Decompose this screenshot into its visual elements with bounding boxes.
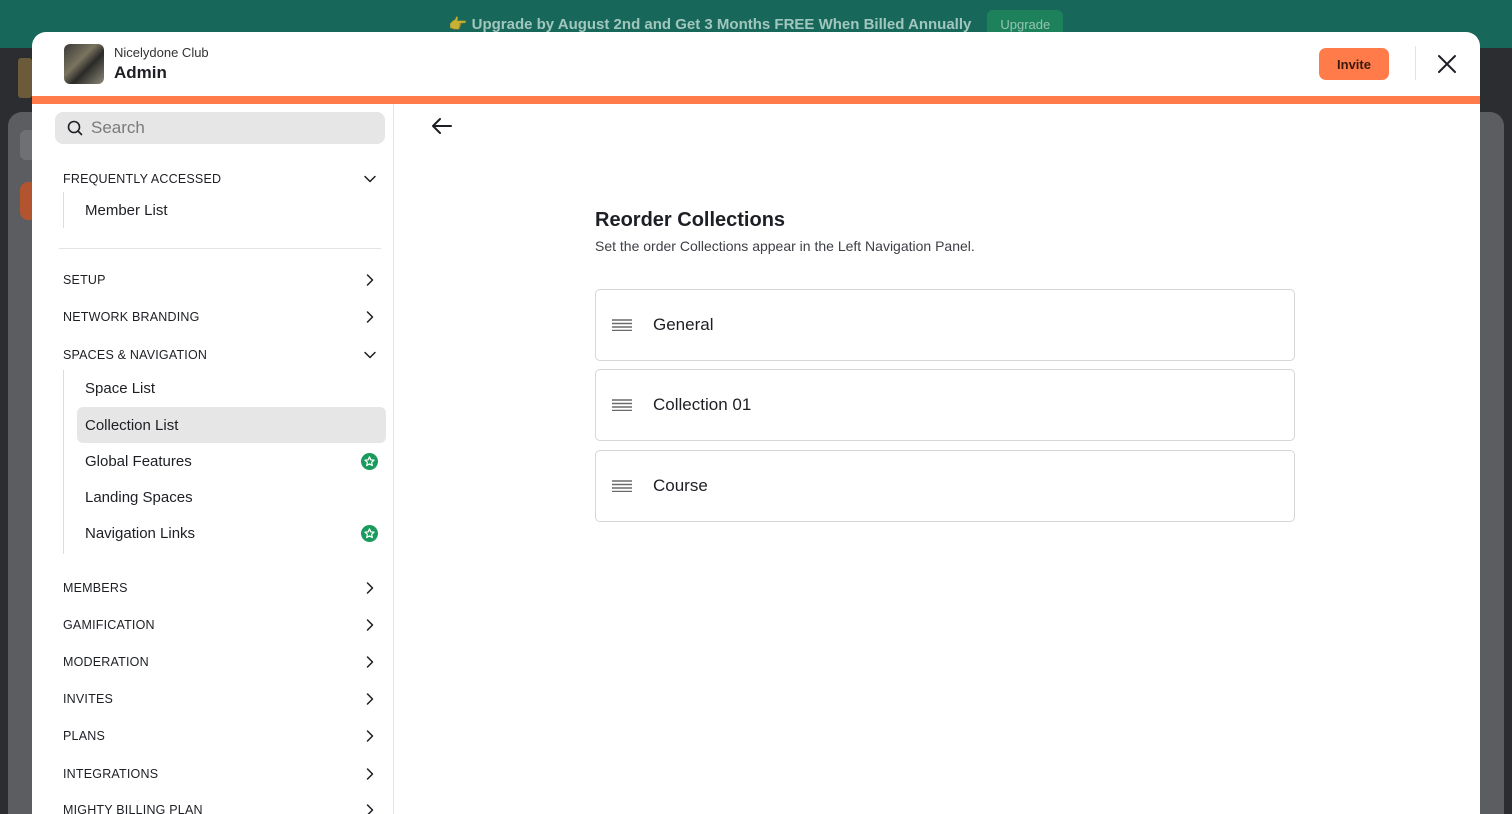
arrow-left-icon xyxy=(432,118,452,134)
sidebar-item-global-features[interactable]: Global Features xyxy=(77,443,386,479)
star-badge-icon xyxy=(361,524,378,542)
search-icon xyxy=(67,120,83,136)
collection-label: General xyxy=(653,315,714,334)
section-label: MODERATION xyxy=(63,655,149,669)
admin-sidebar: FREQUENTLY ACCESSED Member List SETUP NE… xyxy=(32,104,394,814)
collection-label: Course xyxy=(653,476,708,495)
section-network-branding[interactable]: NETWORK BRANDING xyxy=(63,305,377,329)
section-label: GAMIFICATION xyxy=(63,618,155,632)
section-mighty-billing-plan[interactable]: MIGHTY BILLING PLAN xyxy=(63,798,377,814)
page-subtitle: Set the order Collections appear in the … xyxy=(595,238,975,254)
chevron-right-icon xyxy=(366,274,374,286)
chevron-down-icon xyxy=(364,175,376,183)
close-button[interactable] xyxy=(1435,52,1459,76)
chevron-down-icon xyxy=(364,351,376,359)
section-label: MIGHTY BILLING PLAN xyxy=(63,803,203,814)
back-button[interactable] xyxy=(430,114,454,138)
chevron-right-icon xyxy=(366,693,374,705)
chevron-right-icon xyxy=(366,656,374,668)
background-accent xyxy=(20,182,32,220)
chevron-right-icon xyxy=(366,619,374,631)
section-setup[interactable]: SETUP xyxy=(63,268,377,292)
background-avatar xyxy=(18,58,32,98)
collection-row-course[interactable]: Course xyxy=(595,450,1295,522)
section-frequently-accessed[interactable]: FREQUENTLY ACCESSED xyxy=(63,167,377,191)
drag-handle-icon[interactable] xyxy=(612,319,632,331)
section-label: PLANS xyxy=(63,729,105,743)
modal-title: Admin xyxy=(114,63,167,82)
banner-text: 👉 Upgrade by August 2nd and Get 3 Months… xyxy=(448,16,972,33)
collection-row-general[interactable]: General xyxy=(595,289,1295,361)
admin-modal: Nicelydone Club Admin Invite FREQUENTLY … xyxy=(32,32,1480,814)
drag-handle-icon[interactable] xyxy=(612,399,632,411)
page-title: Reorder Collections xyxy=(595,209,786,231)
section-label: FREQUENTLY ACCESSED xyxy=(63,172,222,186)
accent-bar xyxy=(32,96,1480,104)
chevron-right-icon xyxy=(366,582,374,594)
section-integrations[interactable]: INTEGRATIONS xyxy=(63,762,377,786)
section-label: NETWORK BRANDING xyxy=(63,310,200,324)
section-spaces-navigation[interactable]: SPACES & NAVIGATION xyxy=(63,343,377,367)
spaces-navigation-list: Space List Collection List Global Featur… xyxy=(63,370,386,554)
section-members[interactable]: MEMBERS xyxy=(63,576,377,600)
modal-header: Nicelydone Club Admin Invite xyxy=(32,32,1480,96)
sidebar-item-label: Navigation Links xyxy=(85,524,196,542)
drag-handle-icon[interactable] xyxy=(612,480,632,492)
section-gamification[interactable]: GAMIFICATION xyxy=(63,613,377,637)
collection-row-collection-01[interactable]: Collection 01 xyxy=(595,369,1295,441)
sidebar-item-label: Member List xyxy=(85,201,168,219)
sidebar-item-navigation-links[interactable]: Navigation Links xyxy=(77,515,386,551)
section-invites[interactable]: INVITES xyxy=(63,687,377,711)
section-label: MEMBERS xyxy=(63,581,128,595)
search-input[interactable] xyxy=(91,118,361,138)
header-divider xyxy=(1415,46,1416,80)
search-box[interactable] xyxy=(55,112,385,144)
section-label: INVITES xyxy=(63,692,114,706)
sidebar-item-collection-list[interactable]: Collection List xyxy=(77,407,386,443)
sidebar-item-space-list[interactable]: Space List xyxy=(77,370,386,406)
collection-label: Collection 01 xyxy=(653,395,752,414)
sidebar-item-label: Space List xyxy=(85,379,156,397)
section-label: SPACES & NAVIGATION xyxy=(63,348,208,362)
section-label: INTEGRATIONS xyxy=(63,767,159,781)
sidebar-item-label: Collection List xyxy=(85,416,179,434)
section-moderation[interactable]: MODERATION xyxy=(63,650,377,674)
section-plans[interactable]: PLANS xyxy=(63,724,377,748)
background-block xyxy=(20,130,32,160)
chevron-right-icon xyxy=(366,730,374,742)
chevron-right-icon xyxy=(366,768,374,780)
sidebar-item-landing-spaces[interactable]: Landing Spaces xyxy=(77,479,386,515)
sidebar-item-label: Global Features xyxy=(85,452,192,470)
sidebar-item-member-list[interactable]: Member List xyxy=(77,192,386,228)
sidebar-item-label: Landing Spaces xyxy=(85,488,193,506)
network-logo xyxy=(64,44,104,84)
close-icon xyxy=(1438,55,1456,73)
chevron-right-icon xyxy=(366,311,374,323)
sidebar-divider xyxy=(59,248,381,249)
invite-button[interactable]: Invite xyxy=(1319,48,1389,80)
frequently-accessed-list: Member List xyxy=(63,192,168,228)
star-badge-icon xyxy=(361,452,378,470)
section-label: SETUP xyxy=(63,273,106,287)
network-name: Nicelydone Club xyxy=(114,45,209,60)
chevron-right-icon xyxy=(366,804,374,814)
